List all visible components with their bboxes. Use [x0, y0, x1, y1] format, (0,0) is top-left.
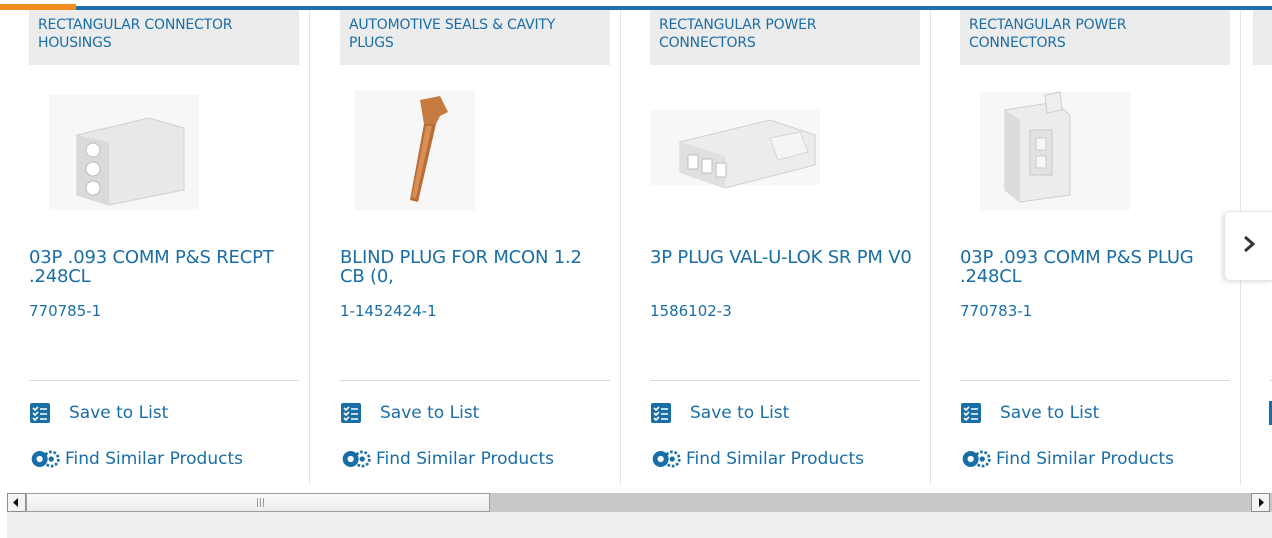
- product-image[interactable]: [340, 80, 540, 220]
- checklist-icon: [650, 401, 682, 425]
- card-divider: [29, 380, 299, 381]
- card-separator: [309, 10, 310, 484]
- checklist-icon: [340, 401, 372, 425]
- product-card: RECTANGULAR CONNECTOR HOUSINGS 03P .093 …: [0, 10, 310, 484]
- find-similar-label: Find Similar Products: [65, 449, 243, 469]
- find-similar-button[interactable]: Find Similar Products: [340, 447, 554, 471]
- product-category-partial: [1253, 10, 1272, 65]
- scroll-right-button[interactable]: [1251, 493, 1270, 512]
- top-accent-bar: [0, 0, 1272, 10]
- save-to-list-label: Save to List: [380, 403, 480, 423]
- product-image[interactable]: [29, 80, 229, 220]
- product-title-link[interactable]: 03P .093 COMM P&S PLUG .248CL: [960, 248, 1225, 286]
- part-number-link[interactable]: 770783-1: [960, 302, 1032, 320]
- product-title-link[interactable]: BLIND PLUG FOR MCON 1.2 CB (0,: [340, 248, 605, 286]
- gears-icon: [29, 447, 61, 471]
- save-to-list-button[interactable]: Save to List: [340, 401, 479, 425]
- product-category[interactable]: AUTOMOTIVE SEALS & CAVITY PLUGS: [340, 10, 610, 65]
- checklist-icon: [960, 401, 992, 425]
- save-to-list-label: Save to List: [690, 403, 790, 423]
- card-divider: [960, 380, 1230, 381]
- product-card: RECTANGULAR POWER CONNECTORS 3P PLUG VAL…: [621, 10, 931, 484]
- gears-icon: [340, 447, 372, 471]
- chevron-right-icon: [1242, 235, 1256, 257]
- product-card: AUTOMOTIVE SEALS & CAVITY PLUGS BLIND PL…: [311, 10, 621, 484]
- triangle-right-icon: [1259, 498, 1264, 507]
- find-similar-label: Find Similar Products: [996, 449, 1174, 469]
- product-image[interactable]: [650, 80, 850, 220]
- product-image[interactable]: [960, 80, 1160, 220]
- product-carousel: RECTANGULAR CONNECTOR HOUSINGS 03P .093 …: [0, 10, 1272, 484]
- part-number-link[interactable]: 1-1452424-1: [340, 302, 437, 320]
- save-to-list-button[interactable]: Save to List: [960, 401, 1099, 425]
- gears-icon: [650, 447, 682, 471]
- find-similar-label: Find Similar Products: [376, 449, 554, 469]
- part-number-link[interactable]: 1586102-3: [650, 302, 732, 320]
- product-category[interactable]: RECTANGULAR POWER CONNECTORS: [960, 10, 1230, 65]
- product-category[interactable]: RECTANGULAR CONNECTOR HOUSINGS: [29, 10, 299, 65]
- carousel-next-button[interactable]: [1224, 211, 1272, 281]
- save-to-list-button[interactable]: Save to List: [650, 401, 789, 425]
- product-title-link[interactable]: 3P PLUG VAL-U-LOK SR PM V0: [650, 248, 915, 267]
- checklist-icon: [29, 401, 61, 425]
- product-category[interactable]: RECTANGULAR POWER CONNECTORS: [650, 10, 920, 65]
- card-divider: [650, 380, 920, 381]
- triangle-left-icon: [13, 498, 18, 507]
- gears-icon: [960, 447, 992, 471]
- save-to-list-button[interactable]: Save to List: [29, 401, 168, 425]
- horizontal-scrollbar[interactable]: [7, 493, 1272, 512]
- find-similar-button[interactable]: Find Similar Products: [650, 447, 864, 471]
- find-similar-button[interactable]: Find Similar Products: [960, 447, 1174, 471]
- find-similar-button[interactable]: Find Similar Products: [29, 447, 243, 471]
- scroll-left-button[interactable]: [7, 493, 26, 512]
- save-to-list-label: Save to List: [69, 403, 169, 423]
- product-card: RECTANGULAR POWER CONNECTORS 03P .093 CO…: [931, 10, 1241, 484]
- card-divider: [340, 380, 610, 381]
- save-to-list-label: Save to List: [1000, 403, 1100, 423]
- scrollbar-thumb[interactable]: [26, 493, 490, 512]
- find-similar-label: Find Similar Products: [686, 449, 864, 469]
- scrollbar-grip-icon: [257, 498, 265, 507]
- page-bottom-area: [7, 512, 1272, 538]
- product-title-link[interactable]: 03P .093 COMM P&S RECPT .248CL: [29, 248, 294, 286]
- part-number-link[interactable]: 770785-1: [29, 302, 101, 320]
